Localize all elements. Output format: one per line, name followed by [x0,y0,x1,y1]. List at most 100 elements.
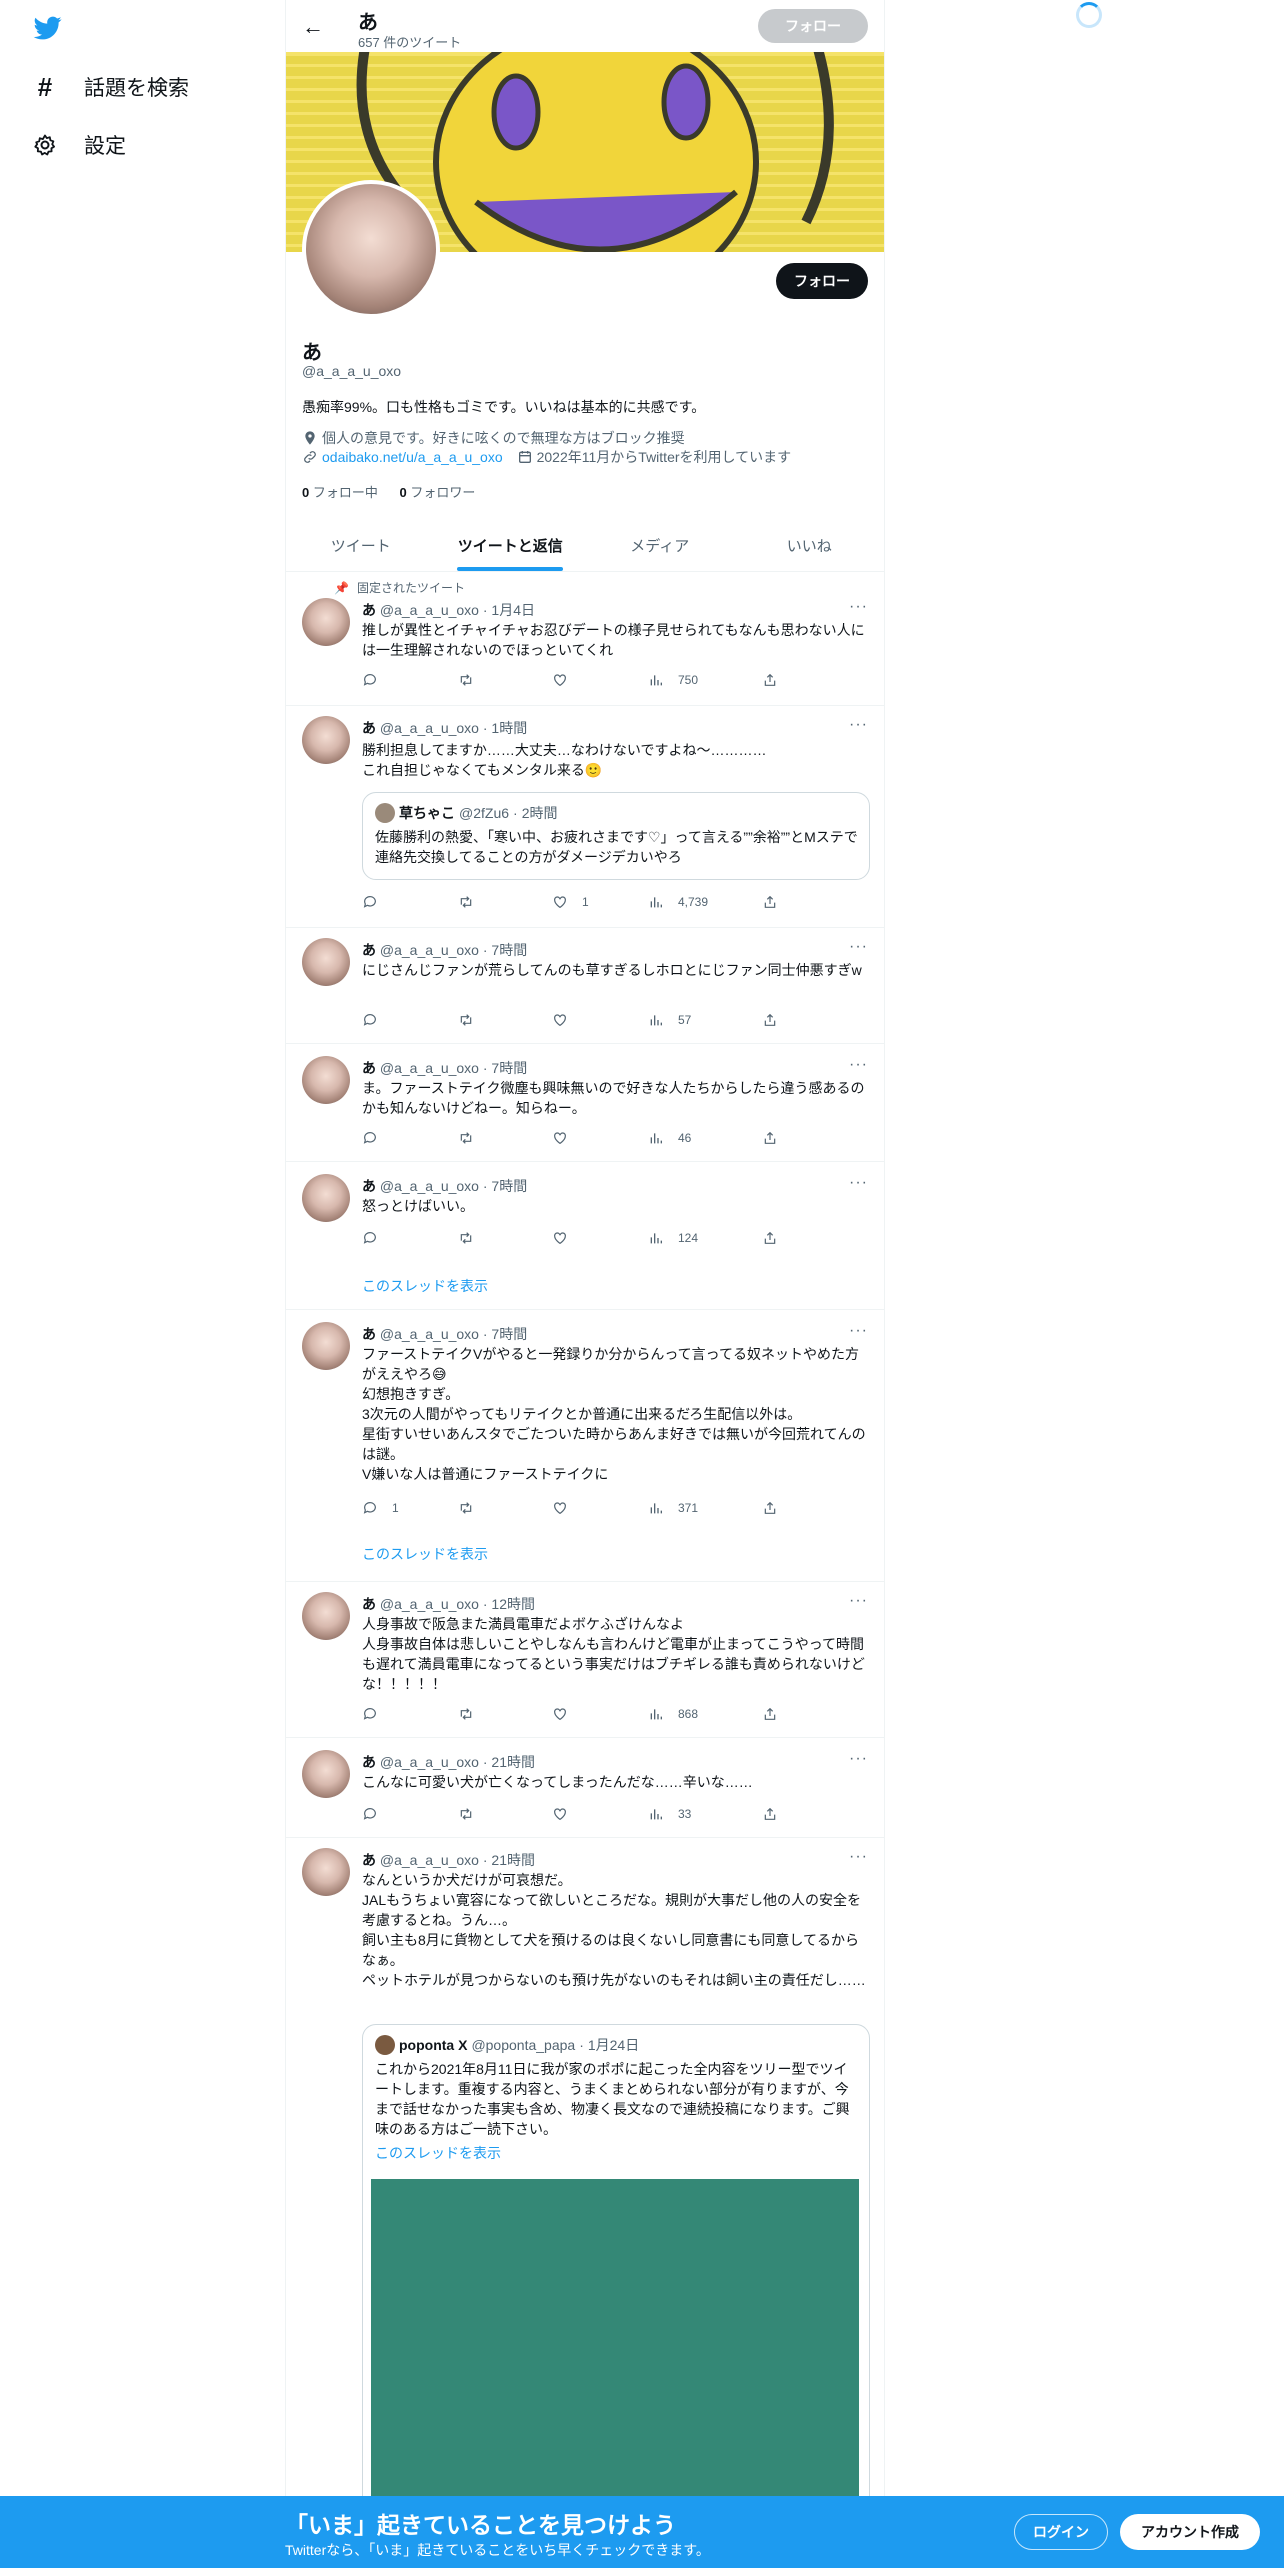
retweet-button[interactable] [458,1130,474,1146]
tweet-item[interactable]: あ @a_a_a_u_oxo · 7時間 ··· ファーストテイクVがやると一発… [286,1310,884,1582]
share-button[interactable] [762,1012,778,1028]
views-button[interactable]: 750 [648,672,698,688]
like-button[interactable] [552,1012,568,1028]
more-options-icon[interactable]: ··· [849,598,868,616]
tab-likes[interactable]: いいね [735,520,885,571]
reply-button[interactable] [362,1706,378,1722]
following-link[interactable]: 0 フォロー中 [302,485,378,500]
avatar[interactable] [302,716,350,764]
tweet-item[interactable]: あ @a_a_a_u_oxo · 1時間 ··· 勝利担息してますか……大丈夫…… [286,706,884,928]
reply-button[interactable] [362,672,378,688]
retweet-button[interactable] [458,1500,474,1516]
followers-link[interactable]: 0 フォロワー [400,485,476,500]
more-options-icon[interactable]: ··· [849,1750,868,1768]
reply-icon [362,1130,378,1146]
more-options-icon[interactable]: ··· [849,1848,868,1866]
back-arrow-icon[interactable]: ← [302,14,324,40]
more-options-icon[interactable]: ··· [849,1322,868,1340]
tab-tweets[interactable]: ツイート [286,520,436,571]
more-options-icon[interactable]: ··· [849,716,868,734]
like-button[interactable] [552,1500,568,1516]
views-button[interactable]: 46 [648,1130,691,1146]
like-button[interactable] [552,672,568,688]
tweet-item[interactable]: 📌 固定されたツイート あ @a_a_a_u_oxo · 1月4日 ··· 推し… [286,572,884,706]
reply-button[interactable]: 1 [362,1500,399,1516]
views-count: 4,739 [678,895,709,909]
share-button[interactable] [762,672,778,688]
tweet-text: 勝利担息してますか……大丈夫…なわけないですよね〜………… これ自担じゃなくても… [362,742,767,778]
avatar[interactable] [302,1848,350,1896]
share-button[interactable] [762,894,778,910]
more-options-icon[interactable]: ··· [849,1174,868,1192]
profile-avatar[interactable] [302,180,440,318]
avatar[interactable] [302,598,350,646]
like-count: 1 [582,895,589,909]
avatar[interactable] [302,1322,350,1370]
avatar[interactable] [302,938,350,986]
more-options-icon[interactable]: ··· [849,938,868,956]
share-button[interactable] [762,1230,778,1246]
nav-settings[interactable]: 設定 [32,130,126,160]
quote-tweet[interactable]: poponta X @poponta_papa · 1月24日 これから2021… [362,2024,870,2568]
tab-media[interactable]: メディア [585,520,735,571]
views-button[interactable]: 371 [648,1500,698,1516]
tweet-item[interactable]: あ @a_a_a_u_oxo · 21時間 ··· なんというか犬だけが可哀想だ… [286,1838,884,2568]
header-follow-button[interactable]: フォロー [758,9,868,43]
reply-icon [362,1806,378,1822]
show-thread-link[interactable]: このスレッドを表示 [362,1276,488,1296]
retweet-button[interactable] [458,1012,474,1028]
profile-joined: 2022年11月からTwitterを利用しています [536,449,792,465]
twitter-bird-icon[interactable] [32,14,64,42]
views-count: 46 [678,1131,692,1145]
profile-link[interactable]: odaibako.net/u/a_a_a_u_oxo [322,449,503,465]
like-button[interactable] [552,1806,568,1822]
views-button[interactable]: 57 [648,1012,691,1028]
reply-button[interactable] [362,1130,378,1146]
heart-icon [552,1130,568,1146]
more-options-icon[interactable]: ··· [849,1056,868,1074]
signup-button[interactable]: アカウント作成 [1120,2514,1260,2550]
quote-tweet[interactable]: 草ちゃこ @2fZu6 · 2時間 佐藤勝利の熱愛、「寒い中、お疲れさまです♡」… [362,792,870,880]
more-options-icon[interactable]: ··· [849,1592,868,1610]
share-button[interactable] [762,1806,778,1822]
retweet-button[interactable] [458,672,474,688]
retweet-button[interactable] [458,1706,474,1722]
share-button[interactable] [762,1130,778,1146]
avatar[interactable] [302,1750,350,1798]
retweet-button[interactable] [458,1230,474,1246]
share-button[interactable] [762,1706,778,1722]
tweet-item[interactable]: あ @a_a_a_u_oxo · 7時間 ··· ま。ファーストテイク微塵も興味… [286,1044,884,1162]
reply-button[interactable] [362,1012,378,1028]
tweet-meta: あ @a_a_a_u_oxo · 7時間 [362,1060,528,1076]
avatar[interactable] [302,1174,350,1222]
views-button[interactable]: 4,739 [648,894,708,910]
avatar[interactable] [302,1592,350,1640]
tab-tweets-and-replies[interactable]: ツイートと返信 [436,520,586,571]
views-icon [648,1230,664,1246]
retweet-button[interactable] [458,894,474,910]
reply-button[interactable] [362,1806,378,1822]
like-button[interactable]: 1 [552,894,589,910]
share-button[interactable] [762,1500,778,1516]
heart-icon [552,1012,568,1028]
retweet-button[interactable] [458,1806,474,1822]
login-button[interactable]: ログイン [1014,2514,1108,2550]
nav-explore[interactable]: # 話題を検索 [32,72,189,102]
reply-button[interactable] [362,1230,378,1246]
views-button[interactable]: 124 [648,1230,698,1246]
quote-show-thread-link[interactable]: このスレッドを表示 [375,2143,501,2163]
quote-text: 佐藤勝利の熱愛、「寒い中、お疲れさまです♡」って言える””余裕””とMステで連絡… [375,829,858,865]
views-button[interactable]: 33 [648,1806,691,1822]
views-button[interactable]: 868 [648,1706,698,1722]
tweet-item[interactable]: あ @a_a_a_u_oxo · 21時間 ··· こんなに可愛い犬が亡くなって… [286,1738,884,1838]
tweet-item[interactable]: あ @a_a_a_u_oxo · 7時間 ··· にじさんじファンが荒らしてんの… [286,928,884,1044]
like-button[interactable] [552,1706,568,1722]
show-thread-link[interactable]: このスレッドを表示 [362,1544,488,1564]
reply-button[interactable] [362,894,378,910]
tweet-item[interactable]: あ @a_a_a_u_oxo · 7時間 ··· 怒っとけばいい。 124 この… [286,1162,884,1310]
avatar[interactable] [302,1056,350,1104]
like-button[interactable] [552,1130,568,1146]
follow-button[interactable]: フォロー [776,263,868,299]
tweet-item[interactable]: あ @a_a_a_u_oxo · 12時間 ··· 人身事故で阪急また満員電車だ… [286,1582,884,1738]
like-button[interactable] [552,1230,568,1246]
